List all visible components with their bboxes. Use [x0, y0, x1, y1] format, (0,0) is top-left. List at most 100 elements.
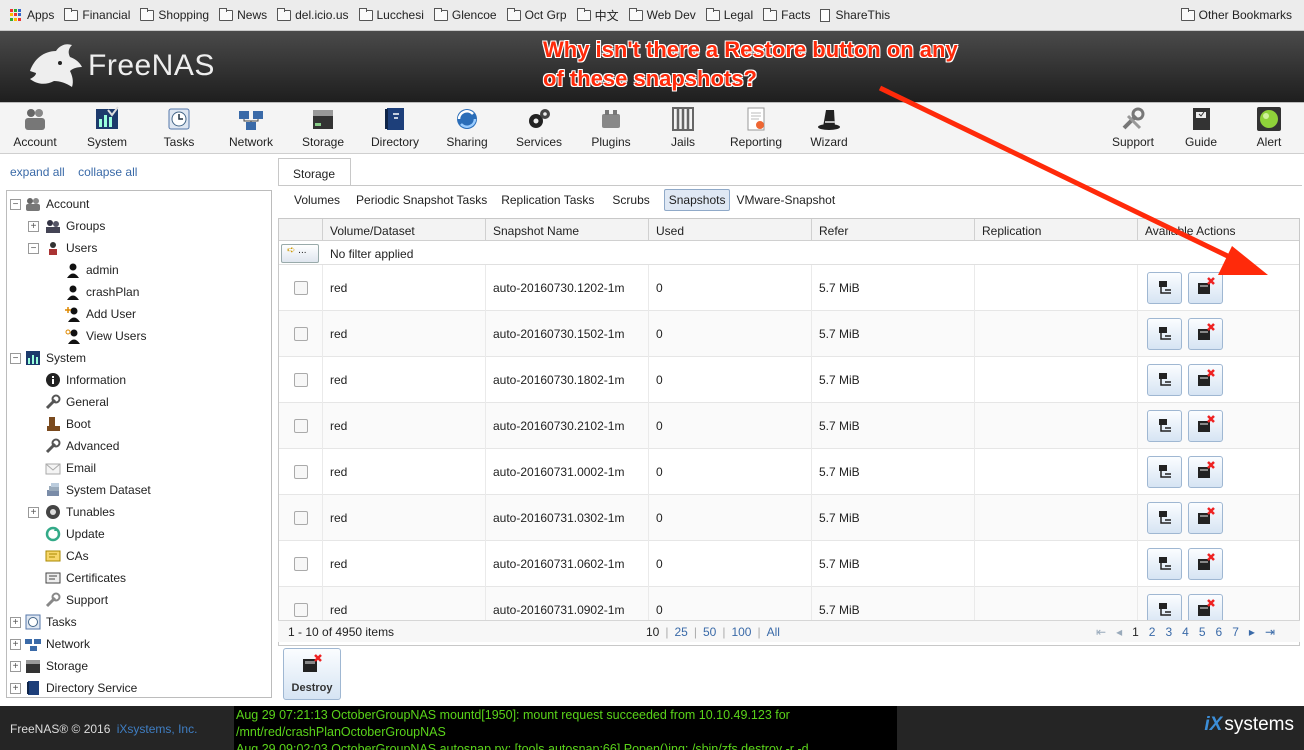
- column-refer[interactable]: Refer: [811, 219, 974, 241]
- expand-toggle[interactable]: +: [10, 683, 21, 694]
- tab-storage[interactable]: Storage: [278, 158, 351, 186]
- collapse-toggle[interactable]: −: [10, 353, 21, 364]
- prev-page-icon[interactable]: ◂: [1116, 625, 1122, 639]
- toolbar-guide[interactable]: Guide: [1166, 106, 1236, 149]
- tree-node-add-user[interactable]: Add User: [65, 304, 136, 324]
- bookmark-folder[interactable]: Shopping: [140, 7, 209, 22]
- row-checkbox[interactable]: [294, 327, 308, 341]
- tree-node-account[interactable]: Account: [25, 194, 89, 214]
- toolbar-sharing[interactable]: Sharing: [432, 106, 502, 149]
- destroy-snapshot-button[interactable]: [1188, 318, 1223, 350]
- tree-node-view-users[interactable]: View Users: [65, 326, 146, 346]
- table-row[interactable]: red auto-20160731.0602-1m 0 5.7 MiB: [279, 541, 1299, 587]
- destroy-snapshot-button[interactable]: [1188, 456, 1223, 488]
- expand-all-link[interactable]: expand all: [10, 165, 65, 179]
- clone-snapshot-button[interactable]: [1147, 272, 1182, 304]
- page-link[interactable]: 4: [1182, 625, 1189, 639]
- subtab-periodic-snapshot-tasks[interactable]: Periodic Snapshot Tasks: [352, 190, 491, 210]
- page-link[interactable]: 6: [1216, 625, 1223, 639]
- last-page-icon[interactable]: ⇥: [1265, 625, 1275, 639]
- tree-node-tunables[interactable]: Tunables: [45, 502, 115, 522]
- bookmark-folder[interactable]: Oct Grp: [506, 7, 567, 22]
- tree-node-general[interactable]: General: [45, 392, 109, 412]
- tree-node-tasks[interactable]: Tasks: [25, 612, 77, 632]
- row-checkbox[interactable]: [294, 373, 308, 387]
- bookmark-folder[interactable]: Facts: [763, 7, 810, 22]
- tree-node-users[interactable]: Users: [45, 238, 97, 258]
- bookmark-other[interactable]: Other Bookmarks: [1180, 7, 1292, 22]
- tree-node-certificates[interactable]: Certificates: [45, 568, 126, 588]
- clone-snapshot-button[interactable]: [1147, 364, 1182, 396]
- toolbar-alert[interactable]: Alert: [1234, 106, 1304, 149]
- toolbar-wizard[interactable]: Wizard: [794, 106, 864, 149]
- tree-node-network[interactable]: Network: [25, 634, 90, 654]
- row-checkbox[interactable]: [294, 465, 308, 479]
- expand-toggle[interactable]: +: [10, 661, 21, 672]
- tree-node-directory-service[interactable]: Directory Service: [25, 678, 137, 697]
- page-link[interactable]: 7: [1232, 625, 1239, 639]
- bookmark-folder[interactable]: Lucchesi: [358, 7, 424, 22]
- clone-snapshot-button[interactable]: [1147, 548, 1182, 580]
- tree-node-boot[interactable]: Boot: [45, 414, 91, 434]
- toolbar-reporting[interactable]: Reporting: [720, 106, 792, 149]
- bookmark-sharethis[interactable]: ShareThis: [820, 8, 890, 22]
- column-replication[interactable]: Replication: [974, 219, 1137, 241]
- clone-snapshot-button[interactable]: [1147, 318, 1182, 350]
- page-link[interactable]: 5: [1199, 625, 1206, 639]
- bookmark-folder[interactable]: 中文: [576, 7, 619, 24]
- bookmark-apps[interactable]: Apps: [10, 8, 54, 22]
- column-snapshot-name[interactable]: Snapshot Name: [485, 219, 648, 241]
- toolbar-account[interactable]: Account: [0, 106, 70, 149]
- bookmark-folder[interactable]: News: [219, 7, 267, 22]
- tree-node-support[interactable]: Support: [45, 590, 108, 610]
- company-link[interactable]: iXsystems, Inc.: [117, 722, 198, 736]
- bookmark-folder[interactable]: del.icio.us: [277, 7, 349, 22]
- page-size-option[interactable]: 25: [674, 625, 687, 639]
- subtab-replication-tasks[interactable]: Replication Tasks: [497, 190, 598, 210]
- row-checkbox[interactable]: [294, 603, 308, 617]
- toolbar-plugins[interactable]: Plugins: [576, 106, 646, 149]
- destroy-snapshot-button[interactable]: [1188, 502, 1223, 534]
- first-page-icon[interactable]: ⇤: [1096, 625, 1106, 639]
- row-checkbox[interactable]: [294, 281, 308, 295]
- toolbar-services[interactable]: Services: [504, 106, 574, 149]
- toolbar-jails[interactable]: Jails: [648, 106, 718, 149]
- expand-toggle[interactable]: +: [28, 507, 39, 518]
- tree-node-email[interactable]: Email: [45, 458, 96, 478]
- tree-node-system-dataset[interactable]: System Dataset: [45, 480, 151, 500]
- tree-node-crashplan[interactable]: crashPlan: [65, 282, 139, 302]
- collapse-toggle[interactable]: −: [28, 243, 39, 254]
- page-size-option[interactable]: 100: [731, 625, 751, 639]
- toolbar-directory[interactable]: Directory: [360, 106, 430, 149]
- table-row[interactable]: red auto-20160731.0002-1m 0 5.7 MiB: [279, 449, 1299, 495]
- bookmark-folder[interactable]: Glencoe: [433, 7, 497, 22]
- filter-button[interactable]: ➪ ...: [281, 244, 319, 263]
- page-size-option[interactable]: 10: [646, 625, 659, 639]
- subtab-snapshots[interactable]: Snapshots: [663, 189, 731, 211]
- subtab-scrubs[interactable]: Scrubs: [608, 190, 653, 210]
- column-volume-dataset[interactable]: Volume/Dataset: [322, 219, 485, 241]
- page-size-option[interactable]: 50: [703, 625, 716, 639]
- bookmark-folder[interactable]: Web Dev: [628, 7, 696, 22]
- bookmark-folder[interactable]: Financial: [64, 7, 130, 22]
- toolbar-network[interactable]: Network: [216, 106, 286, 149]
- bookmark-folder[interactable]: Legal: [705, 7, 753, 22]
- destroy-snapshot-button[interactable]: [1188, 410, 1223, 442]
- table-row[interactable]: red auto-20160730.1202-1m 0 5.7 MiB: [279, 265, 1299, 311]
- tree-node-system[interactable]: System: [25, 348, 86, 368]
- collapse-toggle[interactable]: −: [10, 199, 21, 210]
- destroy-snapshot-button[interactable]: [1188, 364, 1223, 396]
- destroy-button[interactable]: Destroy: [283, 648, 341, 700]
- tree-node-information[interactable]: Information: [45, 370, 126, 390]
- subtab-vmware-snapshot[interactable]: VMware-Snapshot: [732, 190, 839, 210]
- tree-node-advanced[interactable]: Advanced: [45, 436, 119, 456]
- tree-node-admin[interactable]: admin: [65, 260, 119, 280]
- toolbar-storage[interactable]: Storage: [288, 106, 358, 149]
- tree-node-update[interactable]: Update: [45, 524, 105, 544]
- page-link[interactable]: 2: [1149, 625, 1156, 639]
- expand-toggle[interactable]: +: [28, 221, 39, 232]
- page-link[interactable]: 3: [1165, 625, 1172, 639]
- expand-toggle[interactable]: +: [10, 639, 21, 650]
- next-page-icon[interactable]: ▸: [1249, 625, 1255, 639]
- row-checkbox[interactable]: [294, 419, 308, 433]
